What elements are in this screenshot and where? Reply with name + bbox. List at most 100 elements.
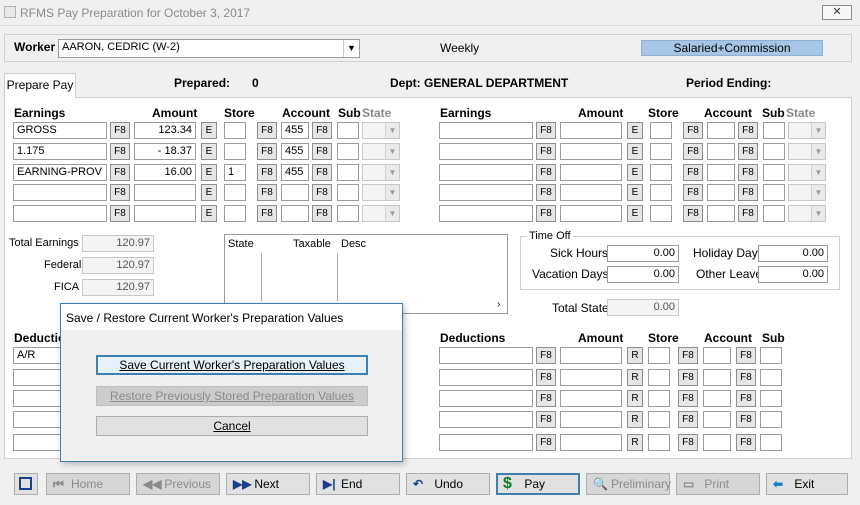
- r-button[interactable]: R: [627, 390, 643, 407]
- earning-amount-field[interactable]: 16.00: [134, 164, 196, 181]
- state-select[interactable]: ▼: [788, 184, 826, 201]
- worker-select[interactable]: AARON, CEDRIC (W-2) ▼: [58, 39, 360, 58]
- f8-lookup-button[interactable]: F8: [738, 164, 758, 181]
- store-field[interactable]: [650, 164, 672, 181]
- home-button[interactable]: ⏮ Home: [46, 473, 130, 495]
- f8-lookup-button[interactable]: F8: [683, 164, 703, 181]
- state-select[interactable]: ▼: [788, 143, 826, 160]
- store-field[interactable]: [224, 122, 246, 139]
- deduction-name-field[interactable]: [439, 390, 533, 407]
- state-tax-list[interactable]: State Taxable Desc ›: [224, 234, 508, 314]
- account-field[interactable]: 455: [281, 164, 309, 181]
- f8-lookup-button[interactable]: F8: [312, 164, 332, 181]
- account-field[interactable]: 455: [281, 143, 309, 160]
- deduction-name-field[interactable]: [439, 411, 533, 428]
- earning-amount-field[interactable]: [560, 122, 622, 139]
- end-button[interactable]: ▶| End: [316, 473, 400, 495]
- edit-button[interactable]: E: [201, 164, 217, 181]
- sub-field[interactable]: [763, 205, 785, 222]
- f8-lookup-button[interactable]: F8: [678, 347, 698, 364]
- edit-button[interactable]: E: [627, 205, 643, 222]
- f8-lookup-button[interactable]: F8: [110, 143, 130, 160]
- store-field[interactable]: [648, 347, 670, 364]
- account-field[interactable]: [703, 390, 731, 407]
- f8-lookup-button[interactable]: F8: [536, 369, 556, 386]
- preliminary-button[interactable]: 🔍 Preliminary: [586, 473, 671, 495]
- earning-name-field[interactable]: [439, 205, 533, 222]
- earning-name-field[interactable]: [439, 143, 533, 160]
- state-select[interactable]: ▼: [362, 143, 400, 160]
- f8-lookup-button[interactable]: F8: [536, 122, 556, 139]
- r-button[interactable]: R: [627, 369, 643, 386]
- chevron-down-icon[interactable]: ▼: [385, 144, 399, 159]
- f8-lookup-button[interactable]: F8: [738, 184, 758, 201]
- earning-amount-field[interactable]: [134, 184, 196, 201]
- earning-amount-field[interactable]: 123.34: [134, 122, 196, 139]
- tab-prepare-pay[interactable]: Prepare Pay: [4, 73, 76, 98]
- state-select[interactable]: ▼: [788, 164, 826, 181]
- f8-lookup-button[interactable]: F8: [257, 205, 277, 222]
- earning-name-field[interactable]: [13, 184, 107, 201]
- f8-lookup-button[interactable]: F8: [536, 164, 556, 181]
- f8-lookup-button[interactable]: F8: [536, 390, 556, 407]
- sub-field[interactable]: [337, 122, 359, 139]
- f8-lookup-button[interactable]: F8: [683, 143, 703, 160]
- earning-amount-field[interactable]: [560, 205, 622, 222]
- edit-button[interactable]: E: [627, 164, 643, 181]
- edit-button[interactable]: E: [201, 122, 217, 139]
- f8-lookup-button[interactable]: F8: [736, 347, 756, 364]
- holiday-days-field[interactable]: 0.00: [758, 245, 828, 262]
- store-field[interactable]: [648, 434, 670, 451]
- store-field[interactable]: [650, 205, 672, 222]
- chevron-down-icon[interactable]: ▼: [385, 165, 399, 180]
- account-field[interactable]: [703, 347, 731, 364]
- f8-lookup-button[interactable]: F8: [678, 390, 698, 407]
- deduction-name-field[interactable]: [439, 347, 533, 364]
- deduction-amount-field[interactable]: [560, 390, 622, 407]
- f8-lookup-button[interactable]: F8: [312, 184, 332, 201]
- account-field[interactable]: [707, 122, 735, 139]
- other-leave-field[interactable]: 0.00: [758, 266, 828, 283]
- f8-lookup-button[interactable]: F8: [678, 434, 698, 451]
- f8-lookup-button[interactable]: F8: [257, 143, 277, 160]
- store-field[interactable]: 1: [224, 164, 246, 181]
- chevron-down-icon[interactable]: ▼: [385, 185, 399, 200]
- f8-lookup-button[interactable]: F8: [536, 205, 556, 222]
- f8-lookup-button[interactable]: F8: [536, 347, 556, 364]
- save-values-button[interactable]: Save Current Worker's Preparation Values: [96, 355, 368, 375]
- store-field[interactable]: [648, 369, 670, 386]
- r-button[interactable]: R: [627, 411, 643, 428]
- earning-name-field[interactable]: [439, 122, 533, 139]
- f8-lookup-button[interactable]: F8: [312, 205, 332, 222]
- store-field[interactable]: [650, 143, 672, 160]
- deduction-amount-field[interactable]: [560, 411, 622, 428]
- f8-lookup-button[interactable]: F8: [110, 122, 130, 139]
- edit-button[interactable]: E: [201, 184, 217, 201]
- store-field[interactable]: [648, 390, 670, 407]
- state-select[interactable]: ▼: [362, 205, 400, 222]
- f8-lookup-button[interactable]: F8: [257, 164, 277, 181]
- chevron-down-icon[interactable]: ▼: [811, 123, 825, 138]
- deduction-name-field[interactable]: [439, 369, 533, 386]
- f8-lookup-button[interactable]: F8: [738, 122, 758, 139]
- print-button[interactable]: ▭ Print: [676, 473, 760, 495]
- store-field[interactable]: [224, 184, 246, 201]
- chevron-down-icon[interactable]: ▼: [811, 185, 825, 200]
- edit-button[interactable]: E: [627, 143, 643, 160]
- f8-lookup-button[interactable]: F8: [678, 411, 698, 428]
- close-button[interactable]: ✕: [822, 5, 852, 20]
- f8-lookup-button[interactable]: F8: [738, 143, 758, 160]
- store-field[interactable]: [650, 122, 672, 139]
- store-field[interactable]: [650, 184, 672, 201]
- f8-lookup-button[interactable]: F8: [110, 184, 130, 201]
- save-icon[interactable]: [14, 473, 38, 495]
- f8-lookup-button[interactable]: F8: [678, 369, 698, 386]
- sub-field[interactable]: [337, 164, 359, 181]
- earning-amount-field[interactable]: - 18.37: [134, 143, 196, 160]
- account-field[interactable]: [707, 205, 735, 222]
- account-field[interactable]: [707, 184, 735, 201]
- account-field[interactable]: [281, 184, 309, 201]
- state-select[interactable]: ▼: [362, 164, 400, 181]
- state-select[interactable]: ▼: [788, 205, 826, 222]
- store-field[interactable]: [224, 143, 246, 160]
